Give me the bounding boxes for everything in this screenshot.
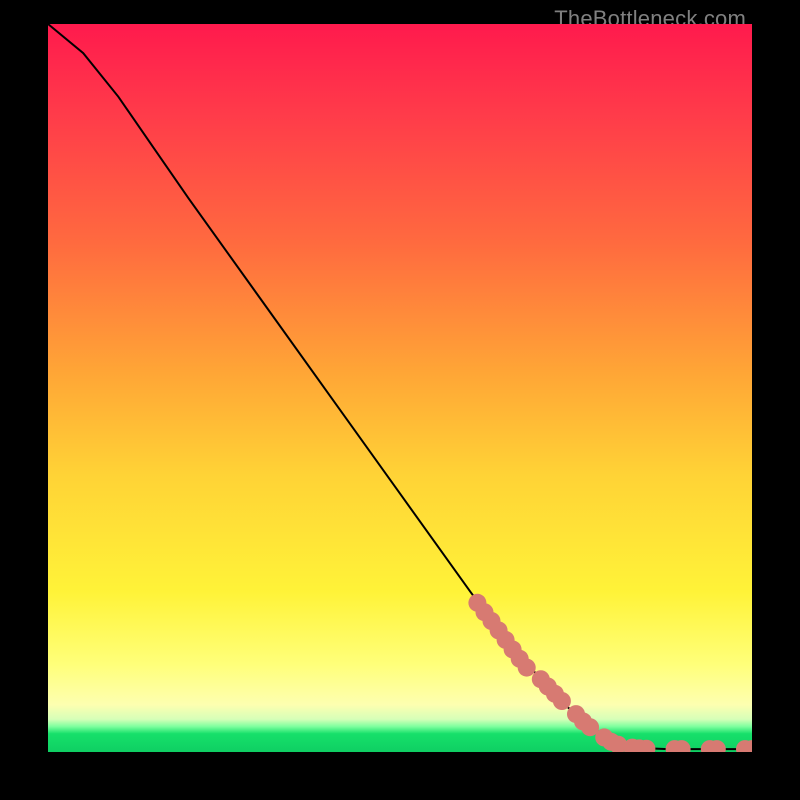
chart-markers	[468, 594, 752, 752]
chart-curve	[48, 24, 752, 749]
chart-frame: TheBottleneck.com	[0, 0, 800, 800]
chart-marker	[553, 692, 571, 710]
chart-svg	[48, 24, 752, 752]
chart-marker	[518, 659, 536, 677]
plot-area	[48, 24, 752, 752]
